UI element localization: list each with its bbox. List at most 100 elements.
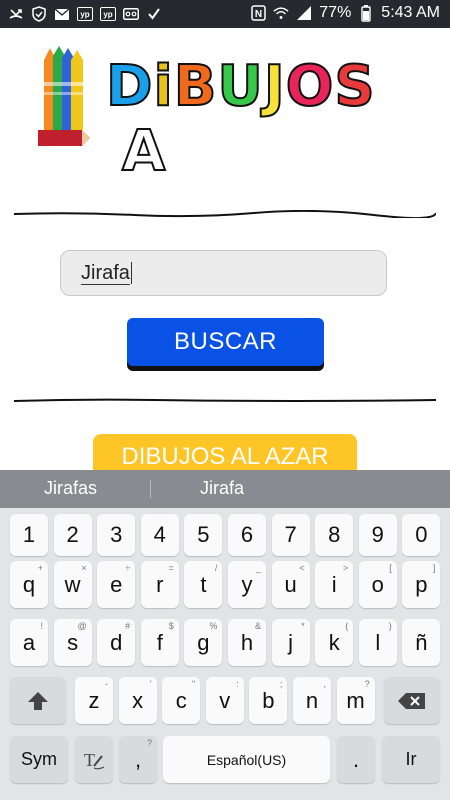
key-label: 4 xyxy=(153,522,166,547)
key-2[interactable]: 2 xyxy=(53,514,92,556)
key-r[interactable]: r = xyxy=(140,561,179,608)
key-i[interactable]: i > xyxy=(315,561,354,608)
random-drawings-button[interactable]: DIBUJOS AL AZAR xyxy=(93,434,357,474)
logo-letter: i xyxy=(152,53,174,120)
key-label: f xyxy=(156,629,163,655)
key-label: 3 xyxy=(110,522,123,547)
sym-key[interactable]: Sym xyxy=(10,736,68,783)
search-input-value: Jirafa xyxy=(81,261,130,285)
key-6[interactable]: 6 xyxy=(228,514,266,556)
key-label: b xyxy=(262,687,275,713)
missed-call-icon xyxy=(8,6,24,22)
logo-letter: O xyxy=(285,53,335,120)
search-input[interactable]: Jirafa xyxy=(60,250,387,296)
key-label: z xyxy=(88,687,100,713)
key-v[interactable]: v: xyxy=(205,677,244,724)
key-label: r xyxy=(156,571,164,597)
key-label: 2 xyxy=(66,522,79,547)
yelp-icon: yp xyxy=(100,7,116,21)
key-3[interactable]: 3 xyxy=(97,514,136,556)
wifi-icon xyxy=(273,5,289,21)
key-hint: # xyxy=(125,621,131,631)
key-q[interactable]: q + xyxy=(10,561,48,608)
key-g[interactable]: g% xyxy=(184,619,223,666)
key-label: 1 xyxy=(22,522,36,547)
key-hint: ' xyxy=(149,679,152,689)
key-j[interactable]: j * xyxy=(271,619,310,666)
shift-key[interactable] xyxy=(10,677,66,724)
key-o[interactable]: o[ xyxy=(358,561,397,608)
key-m[interactable]: m? xyxy=(336,677,375,724)
shift-icon xyxy=(28,691,48,710)
logo-letter: U xyxy=(216,53,264,120)
key-hint: < xyxy=(299,563,305,573)
key-hint: ] xyxy=(432,563,436,573)
key-label: n xyxy=(305,687,319,713)
key-label: . xyxy=(352,746,360,772)
key-label: 8 xyxy=(328,522,341,547)
key-hint: * xyxy=(301,621,305,631)
key-7[interactable]: 7 xyxy=(271,514,310,556)
go-key[interactable]: Ir xyxy=(382,736,440,783)
backspace-key[interactable] xyxy=(384,677,440,724)
key-p[interactable]: p] xyxy=(402,561,441,608)
mail-icon xyxy=(54,6,70,22)
key-h[interactable]: h & xyxy=(228,619,266,666)
space-key[interactable]: Español(US) xyxy=(163,736,330,783)
key-label: d xyxy=(110,629,123,655)
key-label: w xyxy=(64,571,81,597)
key-9[interactable]: 9 xyxy=(358,514,397,556)
key-label: v xyxy=(219,687,231,713)
key-hint: ; xyxy=(279,679,283,689)
key-t[interactable]: t / xyxy=(184,561,223,608)
suggestion-item[interactable]: Jirafa xyxy=(200,478,244,499)
key-e[interactable]: e ÷ xyxy=(97,561,136,608)
period-key[interactable]: . xyxy=(337,736,375,783)
suggestion-item[interactable]: Jirafas xyxy=(44,478,97,499)
key-l[interactable]: l) xyxy=(358,619,397,666)
key-hint: / xyxy=(214,563,218,573)
key-label: s xyxy=(67,629,79,655)
key-f[interactable]: f $ xyxy=(140,619,179,666)
key-ñ[interactable]: ñ xyxy=(402,619,441,666)
divider-top xyxy=(14,210,436,218)
key-b[interactable]: b; xyxy=(249,677,288,724)
yelp-icon: yp xyxy=(77,7,93,21)
notification-icons: yp yp xyxy=(8,6,162,22)
key-w[interactable]: w × xyxy=(53,561,92,608)
key-label: y xyxy=(241,571,253,597)
key-label: q xyxy=(22,571,36,597)
key-s[interactable]: s @ xyxy=(53,619,92,666)
key-z[interactable]: z- xyxy=(75,677,113,724)
logo-title: DiBUJOSA xyxy=(105,53,416,185)
key-4[interactable]: 4 xyxy=(140,514,179,556)
key-label: u xyxy=(284,571,297,597)
key-y[interactable]: y _ xyxy=(228,561,266,608)
key-label: o xyxy=(371,571,384,597)
key-label: Ir xyxy=(405,749,417,769)
key-8[interactable]: 8 xyxy=(315,514,354,556)
key-label: t xyxy=(200,571,207,597)
key-hint: % xyxy=(209,621,218,631)
key-a[interactable]: a! xyxy=(10,619,48,666)
buscar-button[interactable]: BUSCAR xyxy=(127,318,324,366)
comma-key[interactable]: ,? xyxy=(119,736,157,783)
handwriting-key[interactable]: T xyxy=(75,736,113,783)
svg-text:N: N xyxy=(255,9,262,20)
key-0[interactable]: 0 xyxy=(402,514,441,556)
key-hint: [ xyxy=(389,563,392,573)
key-n[interactable]: n, xyxy=(293,677,331,724)
key-c[interactable]: c " xyxy=(162,677,201,724)
key-d[interactable]: d # xyxy=(97,619,136,666)
key-1[interactable]: 1 xyxy=(10,514,48,556)
key-hint: ÷ xyxy=(125,563,131,573)
key-5[interactable]: 5 xyxy=(184,514,223,556)
key-x[interactable]: x ' xyxy=(118,677,157,724)
logo-letter: S xyxy=(333,53,376,120)
key-hint: " xyxy=(191,679,196,689)
key-u[interactable]: u < xyxy=(271,561,310,608)
key-hint: ) xyxy=(388,621,392,631)
key-label: Español(US) xyxy=(206,751,287,768)
key-hint: @ xyxy=(77,621,87,631)
key-k[interactable]: k( xyxy=(315,619,354,666)
